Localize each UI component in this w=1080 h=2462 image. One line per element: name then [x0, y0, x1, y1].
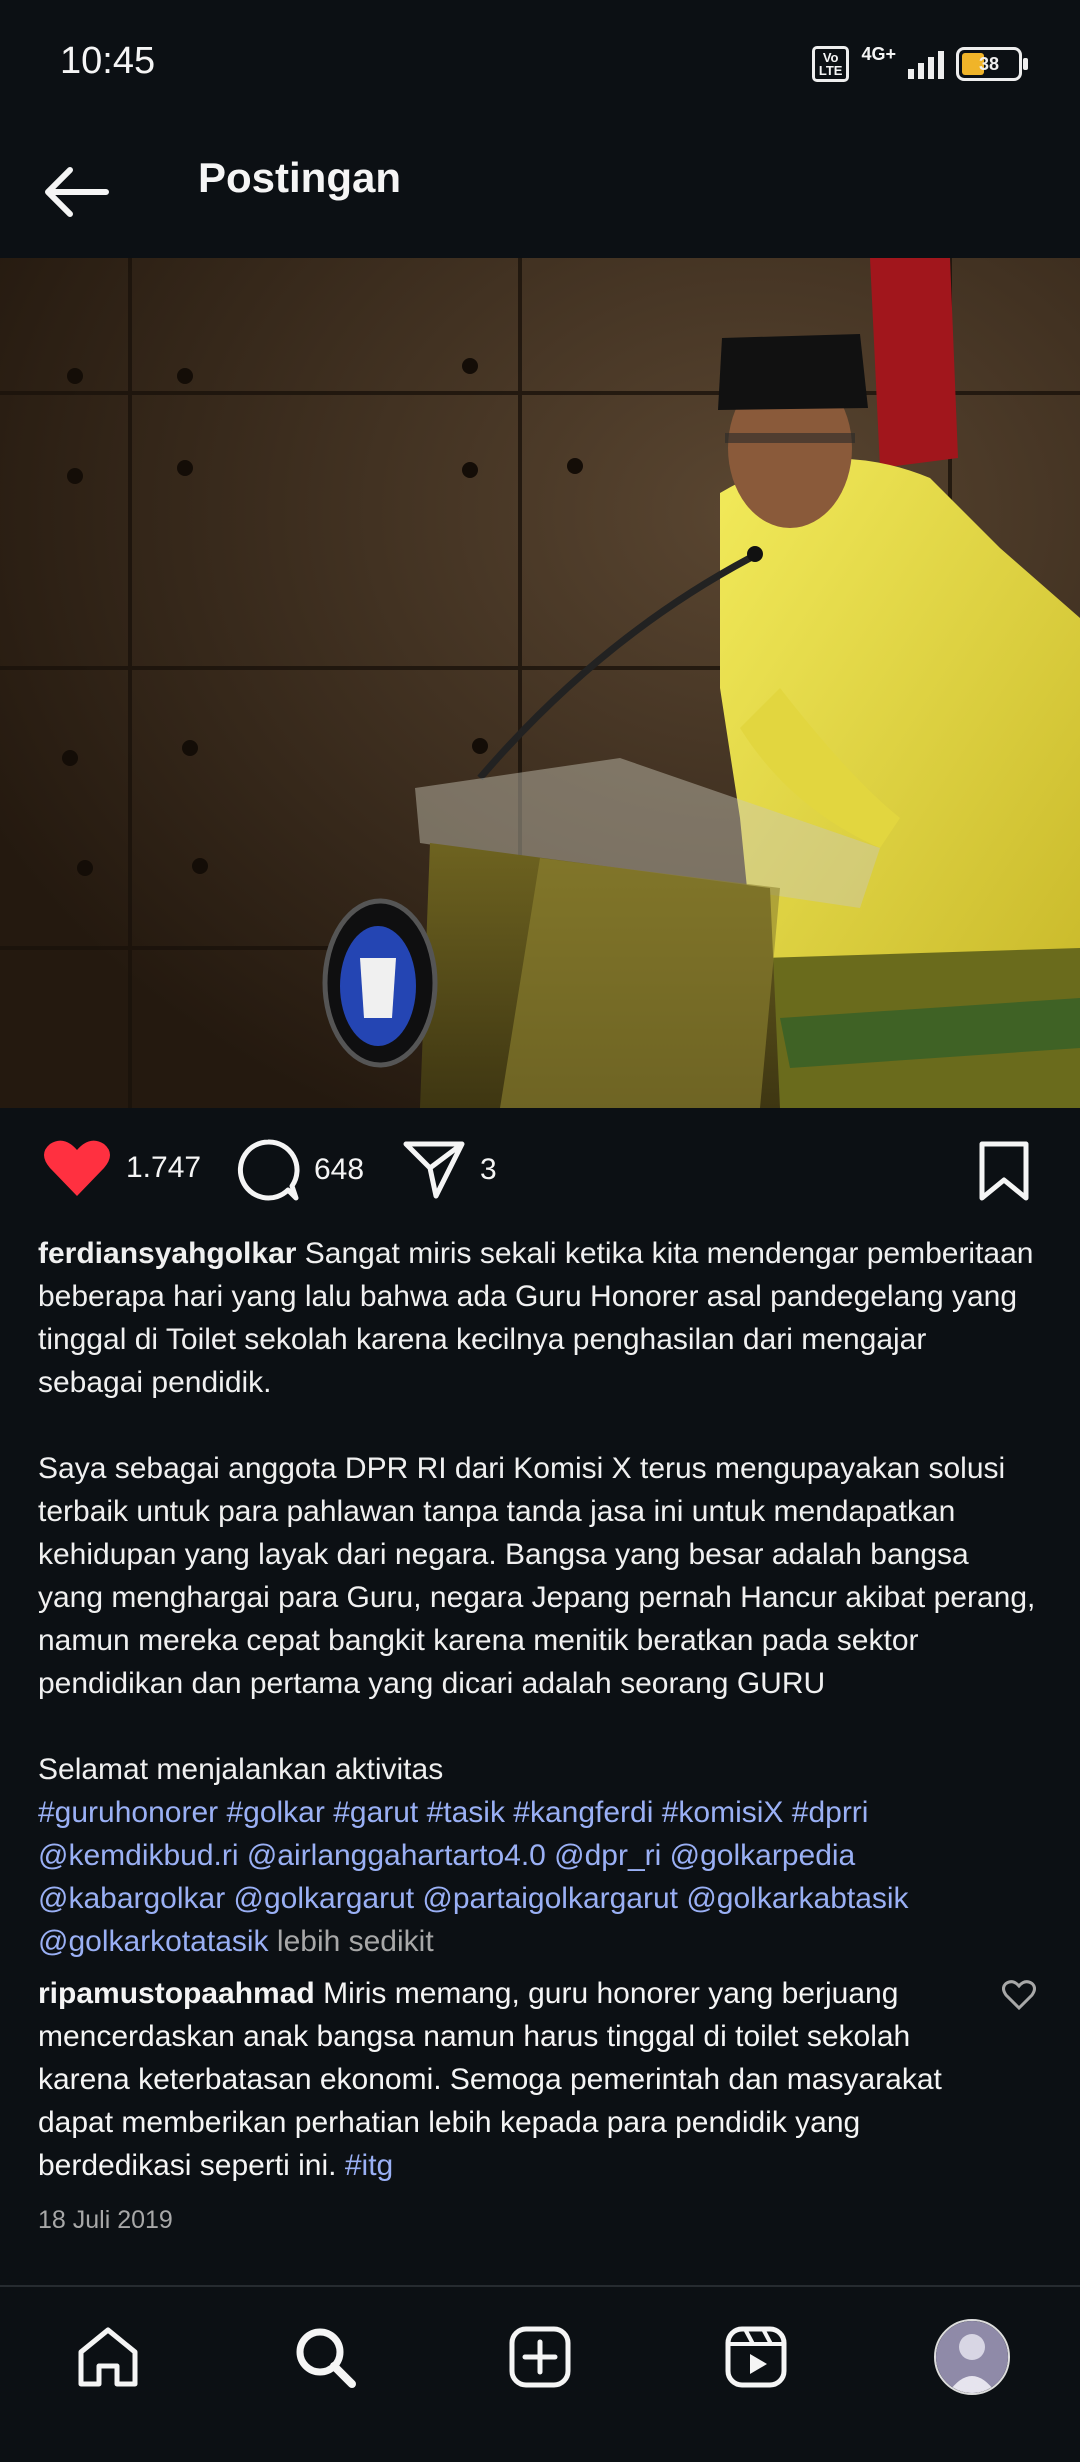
caption-username[interactable]: ferdiansyahgolkar: [38, 1237, 296, 1270]
battery-level: 38: [978, 54, 1000, 74]
less-link[interactable]: lebih sedikit: [277, 1925, 434, 1958]
app-header: Postingan: [0, 130, 1080, 256]
bottom-nav: [0, 2285, 1080, 2462]
nav-reels[interactable]: [716, 2317, 796, 2397]
battery-icon: 38: [956, 47, 1028, 81]
home-icon[interactable]: [75, 2324, 141, 2390]
comment-username[interactable]: ripamustopaahmad: [38, 1977, 315, 2010]
reels-icon[interactable]: [723, 2324, 789, 2390]
network-type: 4G+: [861, 43, 896, 64]
status-bar: 10:45 Vo LTE 4G+ 38: [0, 0, 1080, 130]
avatar-image: [936, 2321, 1008, 2393]
post-image: [0, 258, 1080, 1108]
comment-count: 648: [314, 1153, 365, 1186]
status-icons: Vo LTE 4G+ 38: [811, 43, 1028, 82]
bookmark-icon[interactable]: [978, 1140, 1030, 1202]
status-time: 10:45: [60, 40, 156, 82]
post-photo[interactable]: [0, 258, 1080, 1108]
caption-hashtags[interactable]: #guruhonorer #golkar #garut #tasik #kang…: [38, 1796, 909, 1958]
post-date: 18 Juli 2019: [38, 2206, 173, 2234]
volte-icon: Vo LTE: [811, 46, 850, 82]
save-button[interactable]: [978, 1140, 1030, 1207]
comment-action[interactable]: 648: [236, 1138, 364, 1202]
nav-search[interactable]: [285, 2317, 365, 2397]
post-actions: 1.747 648 3: [0, 1108, 1080, 1238]
heart-outline-icon[interactable]: [1002, 1980, 1036, 2011]
like-action[interactable]: 1.747: [42, 1138, 201, 1198]
search-icon[interactable]: [292, 2324, 358, 2390]
share-count: 3: [480, 1153, 497, 1186]
post-caption: ferdiansyahgolkar Sangat miris sekali ke…: [38, 1232, 1038, 1963]
share-action[interactable]: 3: [402, 1138, 497, 1202]
create-icon[interactable]: [507, 2324, 573, 2390]
signal-icon: [908, 49, 944, 79]
comment-icon[interactable]: [236, 1138, 300, 1202]
comment-like-button[interactable]: [1002, 1980, 1036, 2015]
comment-hashtag[interactable]: #itg: [345, 2149, 393, 2182]
like-count: 1.747: [126, 1151, 202, 1184]
arrow-left-icon: [45, 167, 109, 217]
comment-item: ripamustopaahmad Miris memang, guru hono…: [38, 1972, 998, 2187]
heart-icon[interactable]: [42, 1138, 112, 1198]
nav-home[interactable]: [68, 2317, 148, 2397]
nav-profile[interactable]: [932, 2317, 1012, 2397]
nav-create[interactable]: [500, 2317, 580, 2397]
back-button[interactable]: [40, 160, 110, 224]
send-icon[interactable]: [402, 1138, 466, 1202]
page-title: Postingan: [198, 154, 402, 201]
caption-paragraph-3: Selamat menjalankan aktivitas: [38, 1753, 444, 1786]
profile-avatar[interactable]: [934, 2319, 1010, 2395]
caption-paragraph-2: Saya sebagai anggota DPR RI dari Komisi …: [38, 1452, 1036, 1700]
